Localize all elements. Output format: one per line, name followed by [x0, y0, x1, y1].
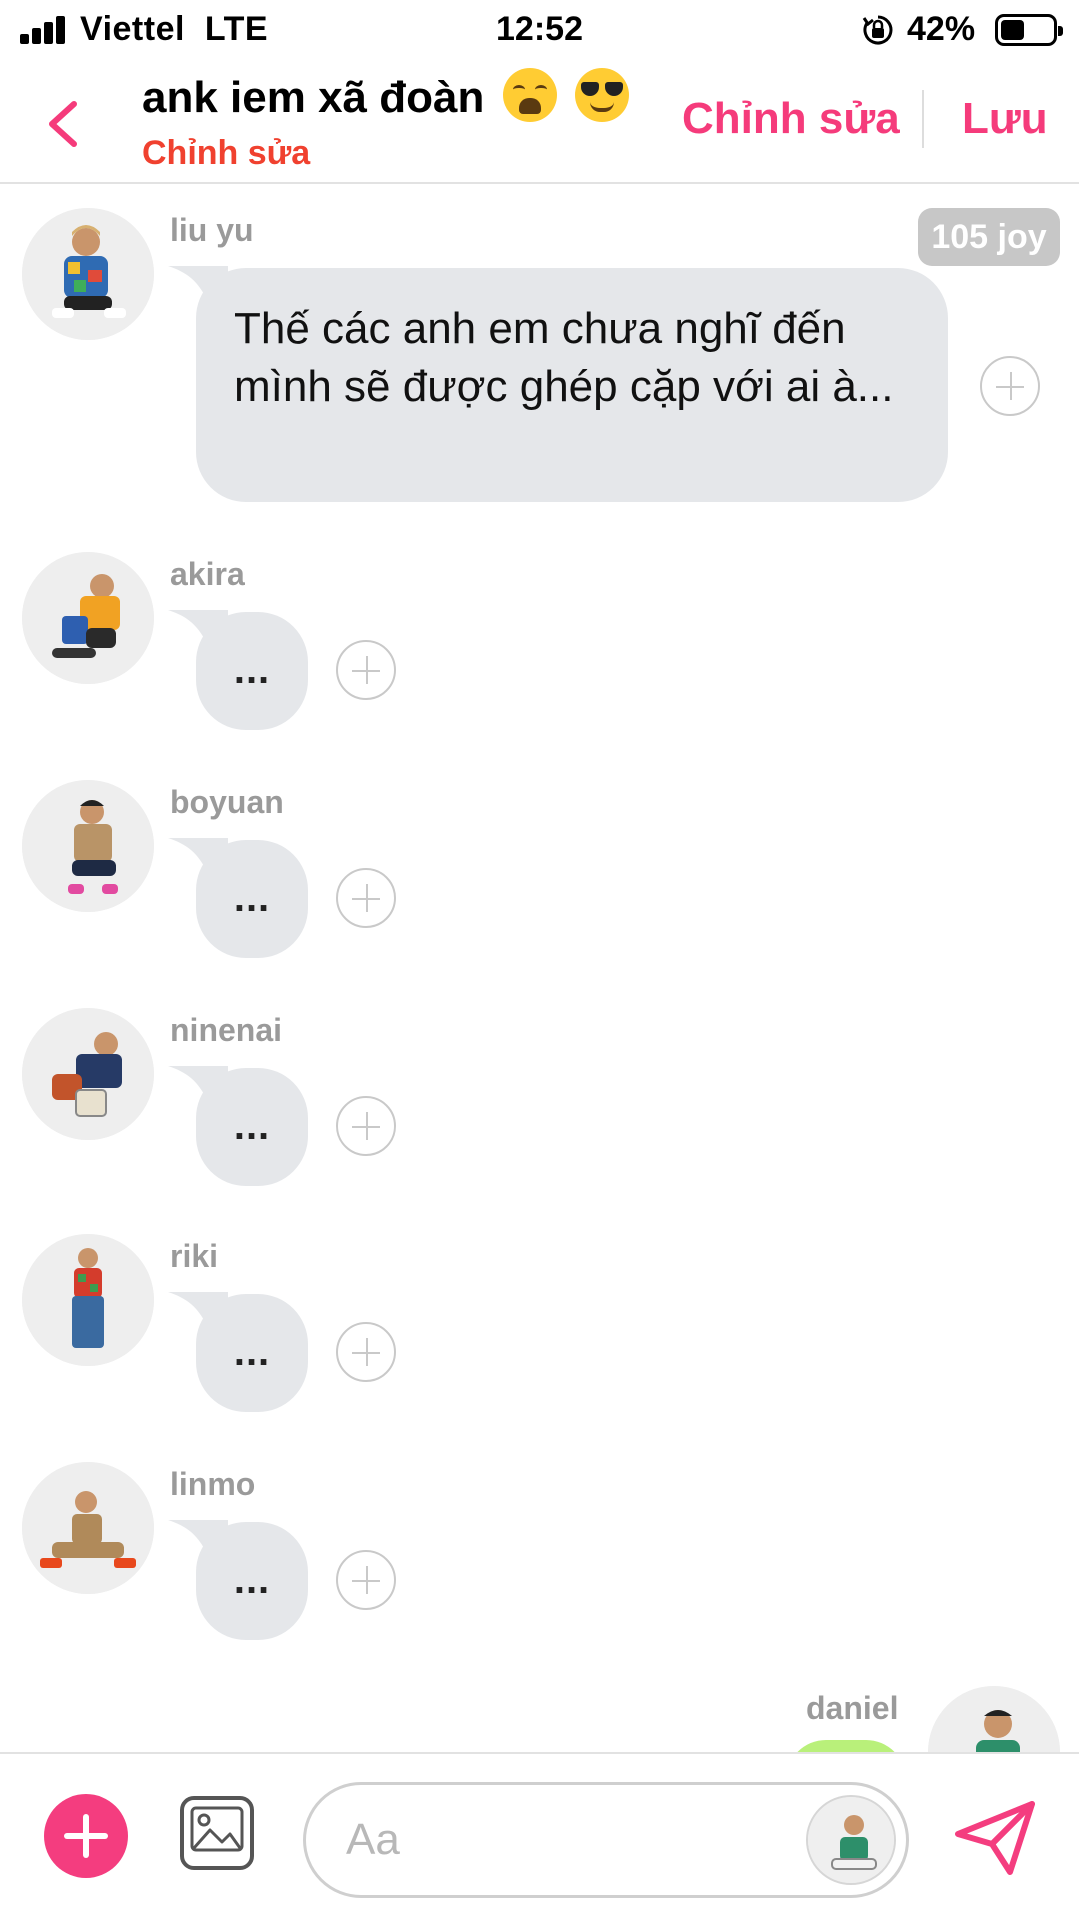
add-reaction-icon[interactable] — [336, 1550, 396, 1610]
sunglasses-face-icon — [574, 68, 629, 122]
weary-face-icon — [502, 68, 557, 122]
message-bubble[interactable]: Thế các anh em chưa nghĩ đến mình sẽ đượ… — [196, 268, 948, 502]
message-bubble[interactable]: ... — [196, 1068, 308, 1186]
battery-icon — [995, 14, 1063, 46]
message-text: ... — [233, 1330, 271, 1374]
message-bubble[interactable]: ... — [196, 1294, 308, 1412]
message-composer — [0, 1752, 1079, 1920]
chat-title-text: ank iem xã đoàn — [142, 73, 485, 122]
add-reaction-icon[interactable] — [336, 1322, 396, 1382]
avatar-liu-yu[interactable] — [22, 208, 154, 340]
message-input-wrapper[interactable] — [303, 1782, 909, 1898]
edit-button[interactable]: Chỉnh sửa — [682, 94, 900, 144]
chat-title[interactable]: ank iem xã đoàn — [142, 68, 629, 123]
avatar-ninenai[interactable] — [22, 1008, 154, 1140]
sender-name: daniel — [806, 1690, 899, 1726]
message-bubble[interactable]: ... — [196, 1522, 308, 1640]
message-text: Thế các anh em chưa nghĩ đến mình sẽ đượ… — [234, 304, 894, 411]
add-attachment-button[interactable] — [44, 1794, 128, 1878]
image-gallery-icon[interactable] — [178, 1794, 256, 1872]
sender-name: linmo — [170, 1466, 256, 1502]
add-reaction-icon[interactable] — [336, 1096, 396, 1156]
sender-name: liu yu — [170, 212, 254, 248]
message-bubble[interactable]: ... — [196, 612, 308, 730]
sender-name: riki — [170, 1238, 219, 1274]
avatar-linmo[interactable] — [22, 1462, 154, 1594]
rotation-lock-icon — [862, 15, 893, 45]
battery-percentage: 42% — [907, 10, 976, 48]
character-avatar-selector[interactable] — [806, 1795, 896, 1885]
send-icon[interactable] — [952, 1798, 1038, 1878]
add-reaction-icon[interactable] — [336, 640, 396, 700]
message-bubble[interactable]: ... — [196, 840, 308, 958]
chat-header: ank iem xã đoàn Chỉnh sửa Chỉnh sửa Lưu — [0, 60, 1079, 184]
header-divider — [922, 90, 924, 148]
sender-name: akira — [170, 556, 245, 592]
status-bar: Viettel LTE 12:52 42% — [0, 0, 1079, 60]
avatar-boyuan[interactable] — [22, 780, 154, 912]
sender-name: ninenai — [170, 1012, 283, 1048]
message-text: ... — [233, 876, 271, 920]
avatar-akira[interactable] — [22, 552, 154, 684]
reaction-count-badge[interactable]: 105 joy — [918, 208, 1060, 266]
message-text: ... — [233, 1104, 271, 1148]
message-input[interactable] — [346, 1811, 746, 1869]
add-reaction-icon[interactable] — [336, 868, 396, 928]
back-chevron-icon[interactable] — [40, 94, 90, 154]
message-text: ... — [233, 1558, 271, 1602]
add-reaction-icon[interactable] — [980, 356, 1040, 416]
edit-subtitle-link[interactable]: Chỉnh sửa — [142, 134, 310, 173]
avatar-riki[interactable] — [22, 1234, 154, 1366]
sender-name: boyuan — [170, 784, 284, 820]
message-text: ... — [233, 648, 271, 692]
save-button[interactable]: Lưu — [962, 94, 1048, 144]
